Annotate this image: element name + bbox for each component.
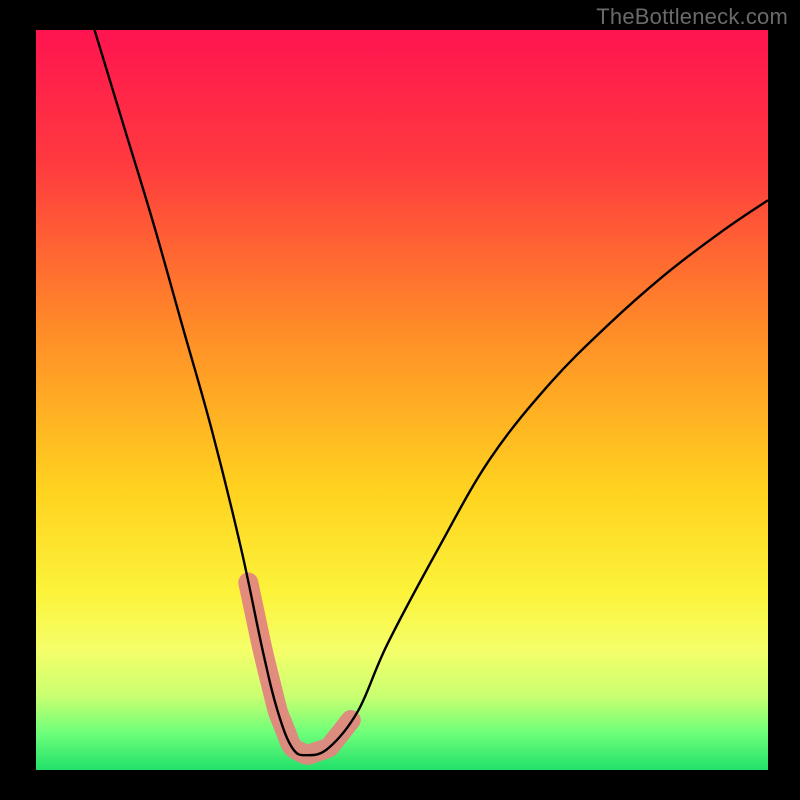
- watermark-text: TheBottleneck.com: [596, 4, 788, 30]
- gradient-background: [36, 30, 768, 770]
- bottleneck-chart: [0, 0, 800, 800]
- chart-frame: TheBottleneck.com: [0, 0, 800, 800]
